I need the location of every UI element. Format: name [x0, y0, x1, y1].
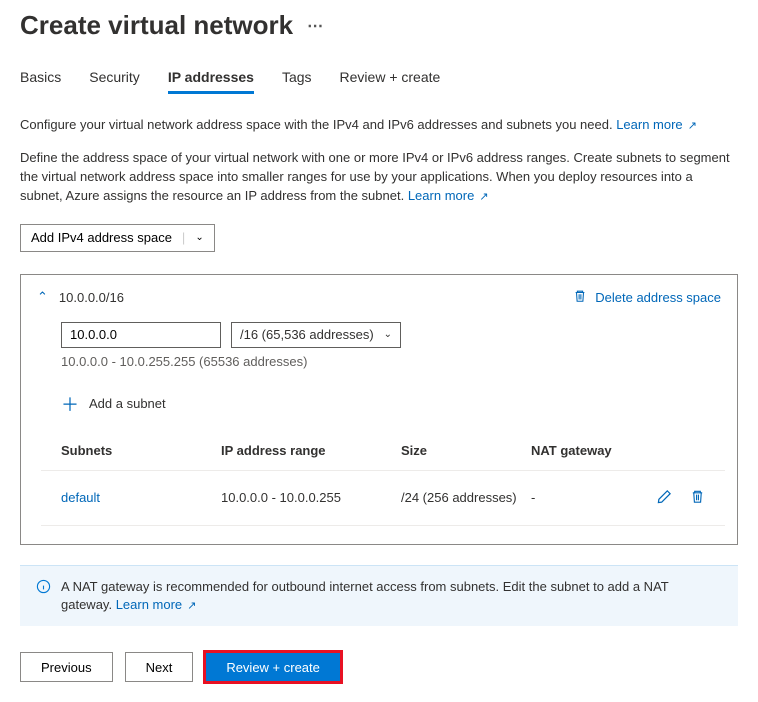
chevron-down-icon: ⌄ [195, 232, 203, 243]
info-learn-more-link[interactable]: Learn more ↗ [116, 597, 197, 612]
external-link-icon: ↗ [685, 120, 697, 132]
table-row: default 10.0.0.0 - 10.0.0.255 /24 (256 a… [41, 471, 725, 526]
delete-address-space-button[interactable]: Delete address space [573, 289, 721, 306]
cidr-select[interactable]: /16 (65,536 addresses) ⌄ [231, 322, 401, 348]
ip-range-hint: 10.0.0.0 - 10.0.255.255 (65536 addresses… [61, 354, 721, 369]
ip-address-input[interactable] [61, 322, 221, 348]
address-space-title: 10.0.0.0/16 [59, 290, 564, 305]
tab-tags[interactable]: Tags [282, 69, 312, 94]
tab-ip-addresses[interactable]: IP addresses [168, 69, 254, 94]
info-icon [36, 579, 51, 615]
previous-button[interactable]: Previous [20, 652, 113, 682]
address-space-card: ⌃ 10.0.0.0/16 Delete address space /16 (… [20, 274, 738, 545]
trash-icon [573, 289, 587, 306]
tab-nav: Basics Security IP addresses Tags Review… [20, 69, 738, 94]
subnet-nat: - [531, 490, 657, 505]
col-header-size: Size [401, 443, 531, 458]
tab-review-create[interactable]: Review + create [340, 69, 441, 94]
footer-actions: Previous Next Review + create [20, 652, 738, 682]
intro-learn-more-link[interactable]: Learn more ↗ [616, 117, 697, 132]
col-header-nat: NAT gateway [531, 443, 705, 458]
intro-text: Configure your virtual network address s… [20, 116, 738, 135]
subnet-range: 10.0.0.0 - 10.0.0.255 [221, 490, 401, 505]
tab-basics[interactable]: Basics [20, 69, 61, 94]
external-link-icon: ↗ [184, 600, 196, 612]
col-header-range: IP address range [221, 443, 401, 458]
description-text: Define the address space of your virtual… [20, 149, 738, 206]
next-button[interactable]: Next [125, 652, 194, 682]
subnet-table: Subnets IP address range Size NAT gatewa… [41, 443, 725, 526]
page-title: Create virtual network [20, 10, 293, 41]
add-ipv4-space-button[interactable]: Add IPv4 address space | ⌄ [20, 224, 215, 252]
col-header-subnets: Subnets [61, 443, 221, 458]
more-menu-icon[interactable]: ⋯ [307, 16, 324, 36]
subnet-name-link[interactable]: default [61, 490, 221, 505]
add-subnet-button[interactable]: ＋ Add a subnet [61, 391, 721, 417]
edit-icon[interactable] [657, 489, 672, 507]
subnet-size: /24 (256 addresses) [401, 490, 531, 505]
external-link-icon: ↗ [476, 191, 488, 203]
nat-info-box: A NAT gateway is recommended for outboun… [20, 565, 738, 627]
delete-icon[interactable] [690, 489, 705, 507]
tab-security[interactable]: Security [89, 69, 140, 94]
review-create-button[interactable]: Review + create [205, 652, 341, 682]
collapse-icon[interactable]: ⌃ [37, 289, 48, 305]
plus-icon: ＋ [61, 391, 79, 417]
description-learn-more-link[interactable]: Learn more ↗ [408, 188, 489, 203]
chevron-down-icon: ⌄ [384, 329, 392, 340]
